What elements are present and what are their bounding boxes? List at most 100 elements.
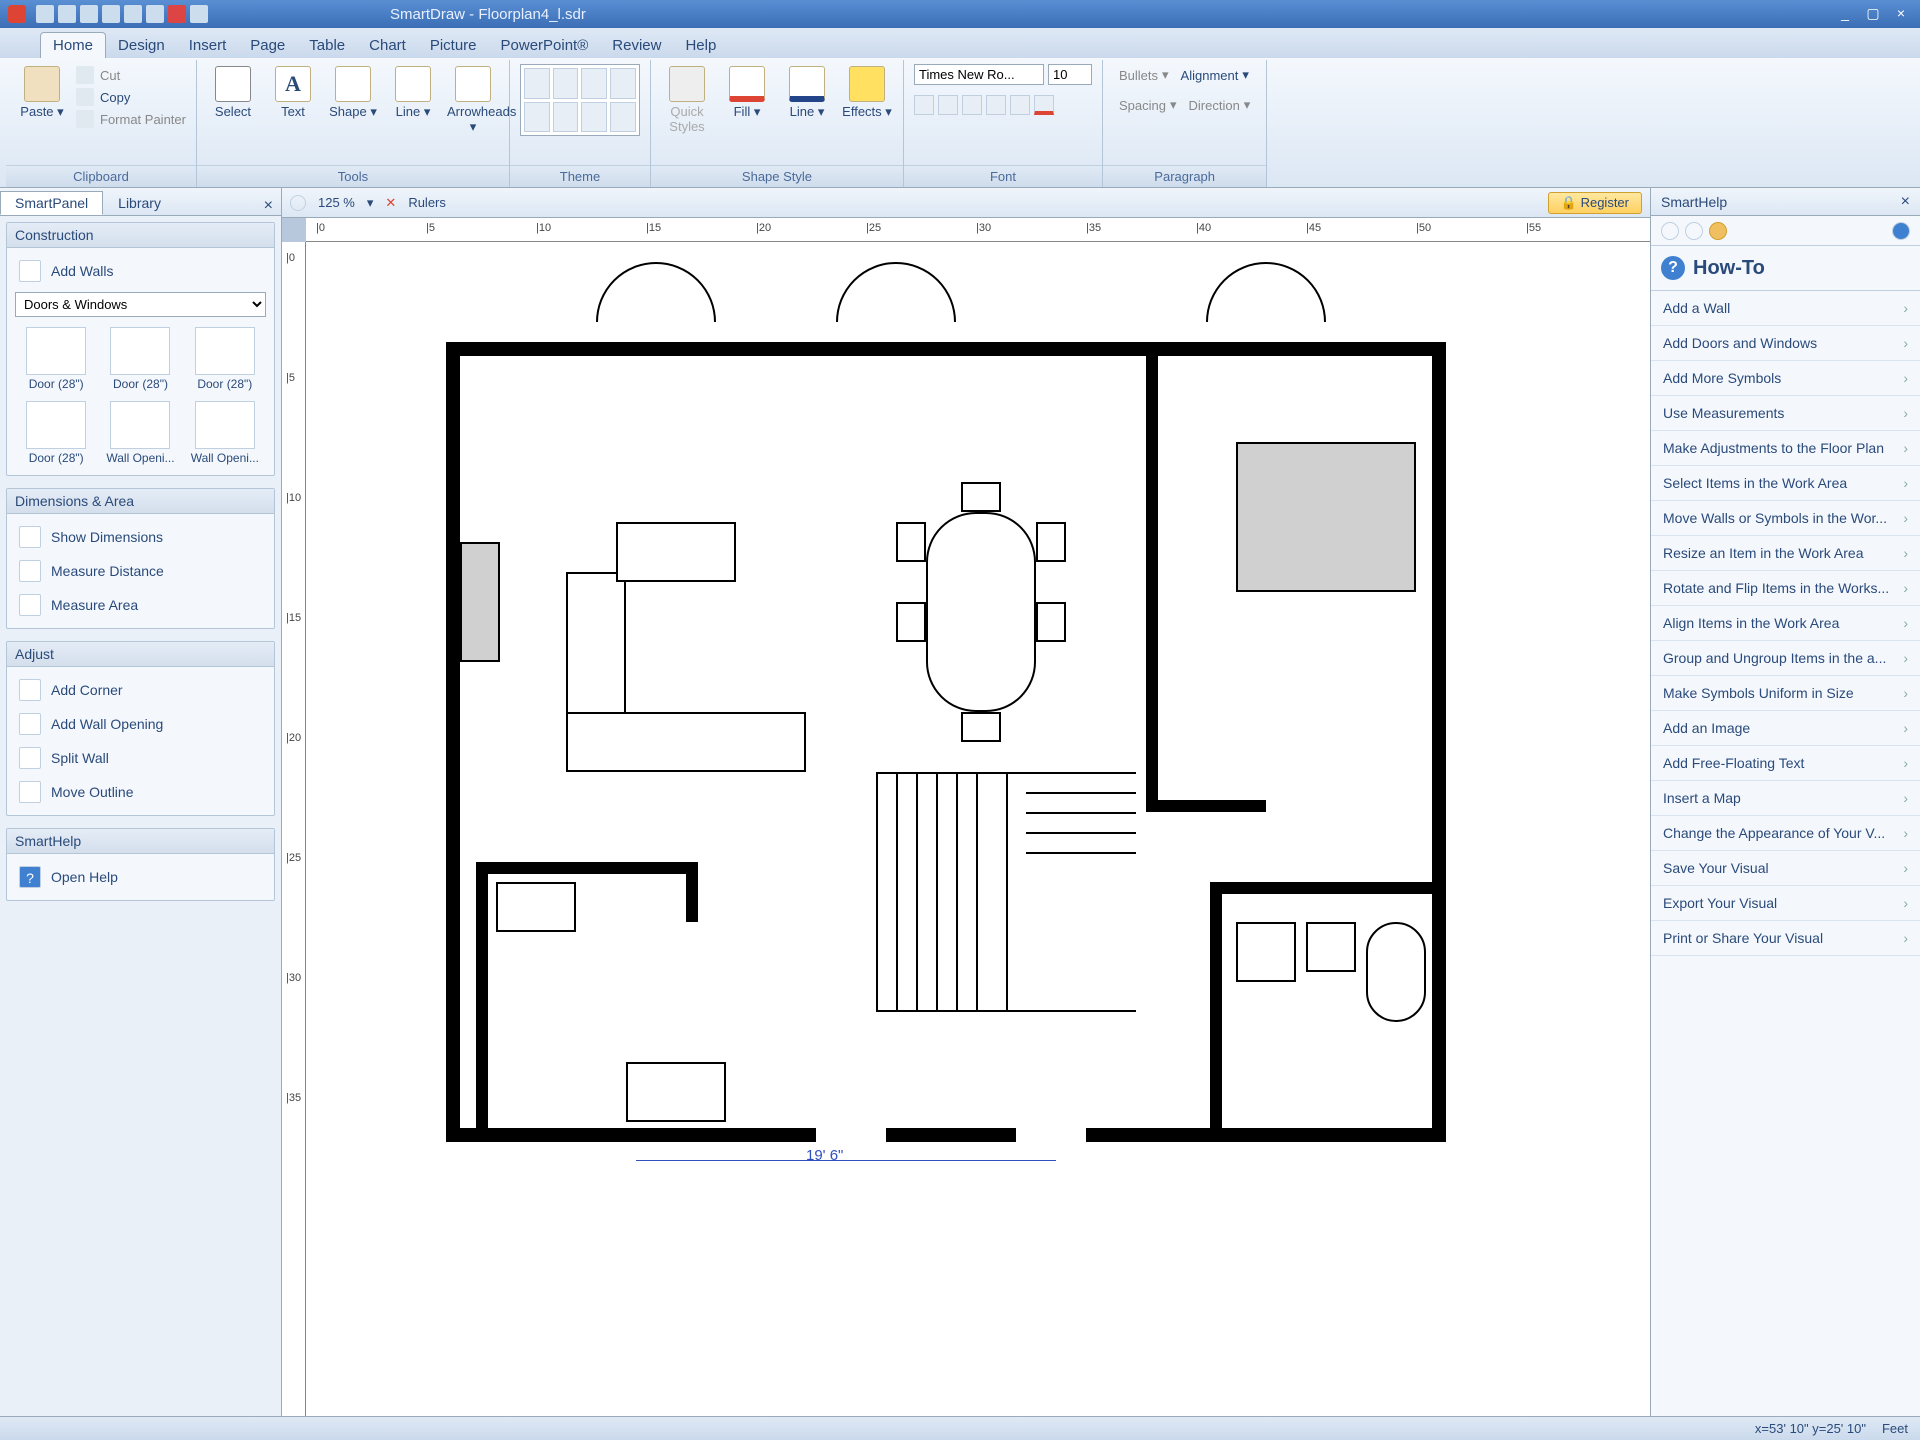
fireplace[interactable] xyxy=(460,542,500,662)
tab-review[interactable]: Review xyxy=(600,33,673,58)
show-dimensions-button[interactable]: Show Dimensions xyxy=(15,520,266,554)
coffee-table[interactable] xyxy=(616,522,736,582)
move-outline-button[interactable]: Move Outline xyxy=(15,775,266,809)
howto-item[interactable]: Group and Ungroup Items in the a... xyxy=(1651,641,1920,676)
bathtub[interactable] xyxy=(1366,922,1426,1022)
bed[interactable] xyxy=(1236,442,1416,592)
howto-item[interactable]: Rotate and Flip Items in the Works... xyxy=(1651,571,1920,606)
grow-font-icon[interactable] xyxy=(986,95,1006,115)
paste-button[interactable]: Paste ▾ xyxy=(16,64,68,120)
sink[interactable] xyxy=(496,882,576,932)
font-family-select[interactable] xyxy=(914,64,1044,85)
qat-undo-icon[interactable] xyxy=(124,5,142,23)
copy-button[interactable]: Copy xyxy=(76,86,186,108)
smartpanel-tab[interactable]: SmartPanel xyxy=(0,191,103,215)
howto-item[interactable]: Save Your Visual xyxy=(1651,851,1920,886)
dining-table[interactable] xyxy=(926,512,1036,712)
door-shape-2[interactable]: Door (28") xyxy=(99,323,181,395)
qat-help-icon[interactable] xyxy=(190,5,208,23)
qat-redo-icon[interactable] xyxy=(146,5,164,23)
howto-item[interactable]: Add an Image xyxy=(1651,711,1920,746)
add-walls-button[interactable]: Add Walls xyxy=(15,254,266,288)
howto-item[interactable]: Move Walls or Symbols in the Wor... xyxy=(1651,501,1920,536)
wall-opening-2[interactable]: Wall Openi... xyxy=(184,397,266,469)
italic-icon[interactable] xyxy=(938,95,958,115)
howto-item[interactable]: Add Doors and Windows xyxy=(1651,326,1920,361)
minimize-button[interactable]: _ xyxy=(1834,5,1856,23)
line-button[interactable]: Line ▾ xyxy=(387,64,439,120)
add-wall-opening-button[interactable]: Add Wall Opening xyxy=(15,707,266,741)
door-shape-3[interactable]: Door (28") xyxy=(184,323,266,395)
register-button[interactable]: 🔒 Register xyxy=(1548,192,1642,214)
vanity[interactable] xyxy=(1236,922,1296,982)
measure-distance-button[interactable]: Measure Distance xyxy=(15,554,266,588)
howto-item[interactable]: Select Items in the Work Area xyxy=(1651,466,1920,501)
toilet[interactable] xyxy=(1306,922,1356,972)
chair[interactable] xyxy=(1036,522,1066,562)
theme-gallery[interactable] xyxy=(520,64,640,136)
drawing-canvas[interactable]: 19' 6" xyxy=(306,242,1650,1416)
tab-page[interactable]: Page xyxy=(238,33,297,58)
howto-item[interactable]: Add More Symbols xyxy=(1651,361,1920,396)
font-color-icon[interactable] xyxy=(1034,95,1054,115)
maximize-button[interactable]: ▢ xyxy=(1862,5,1884,23)
tab-picture[interactable]: Picture xyxy=(418,33,489,58)
howto-item[interactable]: Add a Wall xyxy=(1651,291,1920,326)
tab-help[interactable]: Help xyxy=(673,33,728,58)
qat-save-icon[interactable] xyxy=(80,5,98,23)
howto-item[interactable]: Make Symbols Uniform in Size xyxy=(1651,676,1920,711)
line-style-button[interactable]: Line ▾ xyxy=(781,64,833,120)
chair[interactable] xyxy=(896,522,926,562)
howto-item[interactable]: Use Measurements xyxy=(1651,396,1920,431)
zoom-level[interactable]: 125 % xyxy=(318,195,355,210)
tab-home[interactable]: Home xyxy=(40,32,106,58)
add-corner-button[interactable]: Add Corner xyxy=(15,673,266,707)
howto-item[interactable]: Resize an Item in the Work Area xyxy=(1651,536,1920,571)
door-shape-1[interactable]: Door (28") xyxy=(15,323,97,395)
text-button[interactable]: AText xyxy=(267,64,319,119)
door-shape-4[interactable]: Door (28") xyxy=(15,397,97,469)
howto-item[interactable]: Insert a Map xyxy=(1651,781,1920,816)
chair[interactable] xyxy=(961,712,1001,742)
nav-home-icon[interactable] xyxy=(1709,222,1727,240)
chair[interactable] xyxy=(961,482,1001,512)
left-panel-close-icon[interactable]: × xyxy=(256,197,281,215)
nav-info-icon[interactable] xyxy=(1892,222,1910,240)
tab-design[interactable]: Design xyxy=(106,33,177,58)
nav-back-icon[interactable] xyxy=(1661,222,1679,240)
fill-button[interactable]: Fill ▾ xyxy=(721,64,773,120)
alignment-button[interactable]: Alignment ▾ xyxy=(1175,64,1255,86)
bold-icon[interactable] xyxy=(914,95,934,115)
howto-item[interactable]: Print or Share Your Visual xyxy=(1651,921,1920,956)
tab-table[interactable]: Table xyxy=(297,33,357,58)
measure-area-button[interactable]: Measure Area xyxy=(15,588,266,622)
chair[interactable] xyxy=(896,602,926,642)
rulers-toggle[interactable]: Rulers xyxy=(408,195,446,210)
select-button[interactable]: Select xyxy=(207,64,259,119)
effects-button[interactable]: Effects ▾ xyxy=(841,64,893,120)
shape-button[interactable]: Shape ▾ xyxy=(327,64,379,120)
qat-print-icon[interactable] xyxy=(102,5,120,23)
tab-chart[interactable]: Chart xyxy=(357,33,418,58)
split-wall-button[interactable]: Split Wall xyxy=(15,741,266,775)
doors-windows-select[interactable]: Doors & Windows xyxy=(15,292,266,317)
howto-item[interactable]: Export Your Visual xyxy=(1651,886,1920,921)
howto-item[interactable]: Align Items in the Work Area xyxy=(1651,606,1920,641)
qat-new-icon[interactable] xyxy=(36,5,54,23)
qat-email-icon[interactable] xyxy=(168,5,186,23)
qat-open-icon[interactable] xyxy=(58,5,76,23)
font-size-select[interactable] xyxy=(1048,64,1092,85)
arrowheads-button[interactable]: Arrowheads ▾ xyxy=(447,64,499,135)
howto-item[interactable]: Make Adjustments to the Floor Plan xyxy=(1651,431,1920,466)
nav-forward-icon[interactable] xyxy=(1685,222,1703,240)
howto-item[interactable]: Change the Appearance of Your V... xyxy=(1651,816,1920,851)
shrink-font-icon[interactable] xyxy=(1010,95,1030,115)
underline-icon[interactable] xyxy=(962,95,982,115)
sofa-bottom[interactable] xyxy=(566,712,806,772)
tab-insert[interactable]: Insert xyxy=(177,33,239,58)
howto-item[interactable]: Add Free-Floating Text xyxy=(1651,746,1920,781)
stove[interactable] xyxy=(626,1062,726,1122)
chair[interactable] xyxy=(1036,602,1066,642)
right-panel-close-icon[interactable]: × xyxy=(1901,193,1910,211)
open-help-button[interactable]: ?Open Help xyxy=(15,860,266,894)
